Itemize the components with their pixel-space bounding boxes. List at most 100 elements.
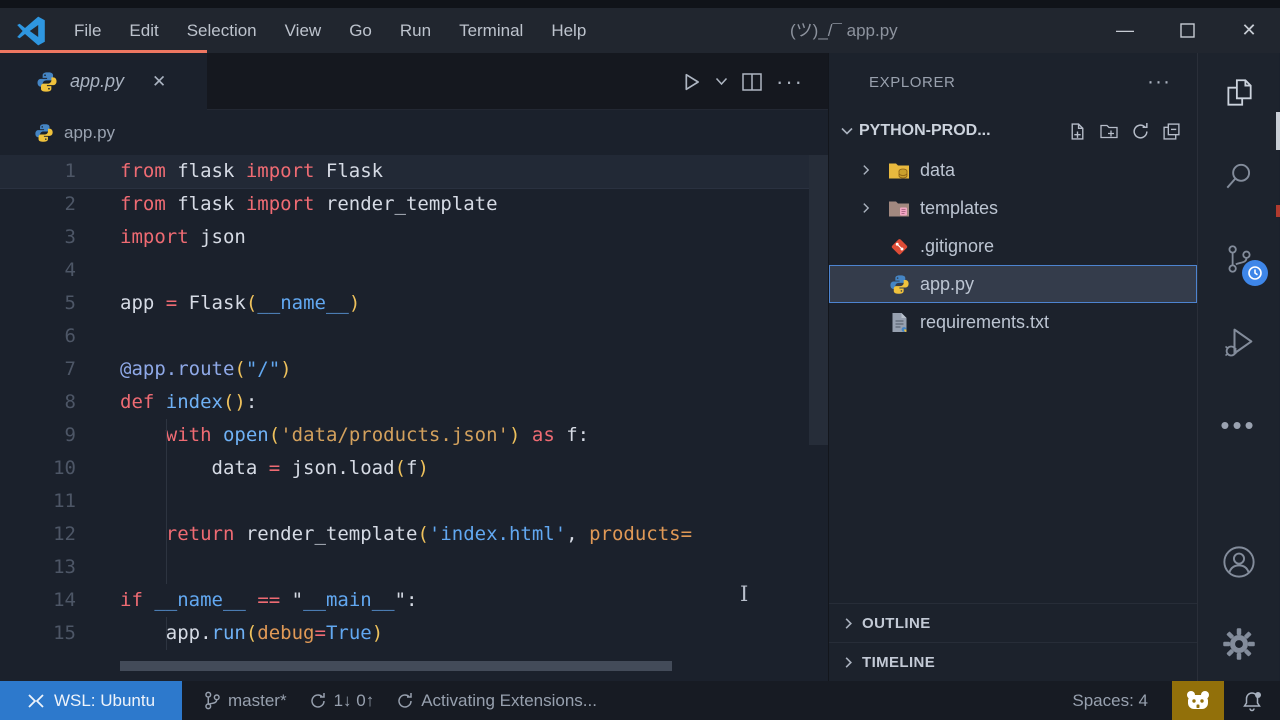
settings-gear-icon[interactable] (1214, 619, 1264, 669)
code-line[interactable]: 7@app.route("/") (0, 353, 828, 386)
tab-bar: app.py ✕ ··· (0, 53, 828, 110)
maximize-button[interactable] (1156, 8, 1218, 53)
git-branch-icon (204, 691, 221, 710)
line-number: 3 (0, 221, 76, 254)
code-line-text (76, 320, 828, 353)
code-line[interactable]: 13 (0, 551, 828, 584)
code-line-text (76, 551, 828, 584)
account-icon[interactable] (1214, 537, 1264, 587)
tree-item-requirements[interactable]: requirements.txt (829, 303, 1197, 341)
code-token: Flask (314, 160, 383, 182)
code-line[interactable]: 5app = Flask(__name__) (0, 287, 828, 320)
folder-database-icon (888, 161, 910, 180)
code-token: True (326, 622, 372, 644)
run-and-debug-icon[interactable] (1214, 317, 1264, 367)
sync-status[interactable]: 1↓ 0↑ (309, 691, 375, 711)
code-line-text: import json (76, 221, 828, 254)
breadcrumb[interactable]: app.py (0, 110, 828, 155)
refresh-icon[interactable] (1131, 122, 1150, 141)
menu-run[interactable]: Run (386, 21, 445, 41)
code-token: 'data/products.json' (280, 424, 509, 446)
extension-pet-button[interactable] (1172, 681, 1224, 720)
code-token: app (120, 292, 166, 314)
code-line[interactable]: 8def index(): (0, 386, 828, 419)
more-actions-icon[interactable]: ··· (776, 69, 804, 95)
indentation-status[interactable]: Spaces: 4 (1072, 691, 1148, 711)
code-line-text (76, 485, 828, 518)
git-branch-status[interactable]: master* (204, 691, 287, 711)
file-tree: data templates .gitignore (829, 151, 1197, 341)
sync-counts: 1↓ 0↑ (334, 691, 375, 711)
menu-edit[interactable]: Edit (115, 21, 172, 41)
tree-item-gitignore[interactable]: .gitignore (829, 227, 1197, 265)
code-token: flask (166, 193, 246, 215)
new-folder-icon[interactable] (1099, 122, 1119, 141)
tab-close-icon[interactable]: ✕ (152, 72, 166, 92)
code-token: ( (246, 292, 257, 314)
vertical-scrollbar[interactable] (809, 155, 828, 445)
collapse-all-icon[interactable] (1162, 122, 1181, 141)
code-line[interactable]: 4 (0, 254, 828, 287)
menu-file[interactable]: File (60, 21, 115, 41)
split-editor-icon[interactable] (742, 73, 762, 91)
code-line[interactable]: 11 (0, 485, 828, 518)
new-file-icon[interactable] (1068, 122, 1087, 141)
tree-item-app-py[interactable]: app.py (829, 265, 1197, 303)
code-line[interactable]: 2from flask import render_template (0, 188, 828, 221)
code-line[interactable]: 15 app.run(debug=True) (0, 617, 828, 650)
chevron-right-icon (859, 201, 873, 215)
tree-item-data[interactable]: data (829, 151, 1197, 189)
close-button[interactable]: ✕ (1218, 8, 1280, 53)
code-editor[interactable]: 1from flask import Flask2from flask impo… (0, 155, 828, 681)
code-line[interactable]: 9 with open('data/products.json') as f: (0, 419, 828, 452)
minimize-button[interactable]: — (1094, 8, 1156, 53)
remote-indicator[interactable]: WSL: Ubuntu (0, 681, 182, 720)
activating-extensions-status[interactable]: Activating Extensions... (396, 691, 597, 711)
additional-views-icon[interactable]: ••• (1214, 400, 1264, 450)
run-dropdown-chevron-icon[interactable] (715, 77, 728, 86)
tree-item-label: .gitignore (920, 236, 994, 257)
timeline-section[interactable]: TIMELINE (829, 642, 1197, 681)
explorer-view-icon[interactable] (1214, 68, 1264, 118)
menu-terminal[interactable]: Terminal (445, 21, 537, 41)
code-token (520, 424, 531, 446)
search-icon[interactable] (1214, 151, 1264, 201)
line-number: 5 (0, 287, 76, 320)
code-token (246, 589, 257, 611)
chevron-right-icon (841, 655, 856, 670)
run-python-file-icon[interactable] (684, 73, 701, 91)
screen-edge-strip (0, 0, 1280, 8)
code-token: import (246, 193, 315, 215)
code-token: ) (280, 358, 291, 380)
code-line[interactable]: 10 data = json.load(f) (0, 452, 828, 485)
source-control-icon[interactable] (1214, 234, 1264, 284)
activating-label: Activating Extensions... (421, 691, 597, 711)
vscode-window: File Edit Selection View Go Run Terminal… (0, 0, 1280, 720)
tree-item-templates[interactable]: templates (829, 189, 1197, 227)
horizontal-scrollbar[interactable] (120, 661, 672, 671)
menu-selection[interactable]: Selection (173, 21, 271, 41)
breadcrumb-item[interactable]: app.py (64, 123, 115, 143)
menu-help[interactable]: Help (537, 21, 600, 41)
chevron-right-icon (841, 616, 856, 631)
menu-go[interactable]: Go (335, 21, 386, 41)
code-line[interactable]: 14if __name__ == "__main__": (0, 584, 828, 617)
code-line[interactable]: 6 (0, 320, 828, 353)
code-token: __name__ (257, 292, 349, 314)
explorer-more-icon[interactable]: ··· (1147, 70, 1171, 94)
menu-view[interactable]: View (271, 21, 336, 41)
code-line[interactable]: 3import json (0, 221, 828, 254)
explorer-section-header[interactable]: PYTHON-PROD... (829, 111, 1197, 151)
code-token: json.load (280, 457, 394, 479)
tree-item-label: templates (920, 198, 998, 219)
line-number: 1 (0, 155, 76, 188)
code-line-text: data = json.load(f) (76, 452, 828, 485)
code-token: , (566, 523, 589, 545)
code-line[interactable]: 1from flask import Flask (0, 155, 828, 188)
code-token: : (246, 391, 257, 413)
notifications-button[interactable] (1224, 681, 1280, 720)
tab-app-py[interactable]: app.py ✕ (0, 53, 207, 110)
outline-section[interactable]: OUTLINE (829, 603, 1197, 642)
code-line[interactable]: 12 return render_template('index.html', … (0, 518, 828, 551)
code-token: = (315, 622, 326, 644)
